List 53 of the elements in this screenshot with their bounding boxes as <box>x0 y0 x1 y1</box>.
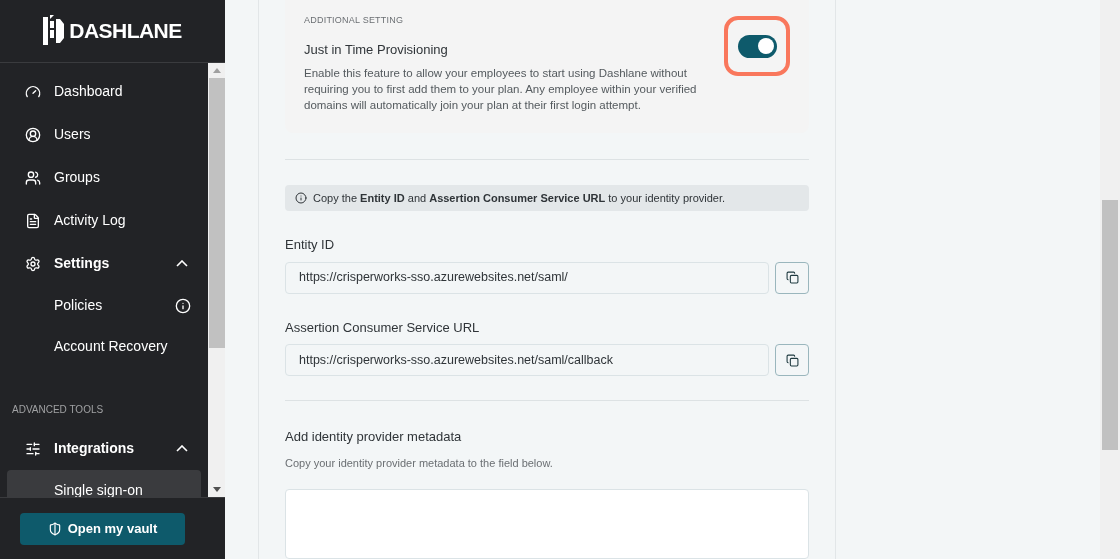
nav-label: Account Recovery <box>54 337 168 356</box>
url-field[interactable]: https://crisperworks-sso.azurewebsites.net/saml/callback <box>285 344 769 377</box>
info-icon <box>295 192 307 205</box>
chevron-up-icon <box>176 260 188 267</box>
user-icon <box>25 126 41 143</box>
logo-icon <box>43 15 66 47</box>
logo-text: DASHLANE <box>69 18 182 45</box>
url-field[interactable]: https://crisperworks-sso.azurewebsites.net/saml/ <box>285 261 769 294</box>
gauge-icon <box>25 83 41 100</box>
field-label: Assertion Consumer Service URL <box>285 318 481 337</box>
nav-item[interactable]: Groups <box>7 156 201 199</box>
open-vault-button[interactable]: Open my vault <box>20 512 185 545</box>
copy-icon <box>785 353 799 367</box>
nav-label: Policies <box>54 296 103 315</box>
notice-text: Copy the Entity ID and Assertion Consumer Service URL to your identity provider. <box>313 190 726 206</box>
nav-subitem[interactable]: Policies <box>7 285 201 326</box>
nav-item[interactable]: Activity Log <box>7 199 201 242</box>
copy-icon <box>785 271 799 285</box>
nav-item[interactable]: Integrations <box>7 427 201 470</box>
scrollbar[interactable] <box>208 63 225 497</box>
eyebrow-label: ADDITIONAL SETTING <box>304 14 405 27</box>
scroll-up-icon <box>212 68 221 73</box>
nav-subitem[interactable]: Single sign-on <box>7 470 201 497</box>
nav-item[interactable]: Settings <box>7 242 201 285</box>
nav-label: Single sign-on <box>54 481 143 497</box>
section-title: Add identity provider metadata <box>285 428 463 447</box>
sliders-icon <box>25 440 41 457</box>
nav-label: Dashboard <box>54 82 123 101</box>
copy-button[interactable] <box>775 261 809 294</box>
document-icon <box>25 212 41 229</box>
nav-label: Activity Log <box>54 211 126 230</box>
info-icon <box>175 297 191 314</box>
toggle-switch[interactable] <box>737 34 777 58</box>
copy-button[interactable] <box>775 344 809 377</box>
nav-item[interactable]: Dashboard <box>7 70 201 113</box>
nav-label: Integrations <box>54 439 135 458</box>
nav-label: Users <box>54 125 91 144</box>
nav-label: Settings <box>54 254 110 273</box>
field-label: Entity ID <box>285 236 336 255</box>
nav-item[interactable]: Users <box>7 113 201 156</box>
nav-label: Groups <box>54 168 100 187</box>
users-icon <box>25 169 41 186</box>
nav-subitem[interactable]: Account Recovery <box>7 326 201 367</box>
scroll-down-icon <box>212 487 221 492</box>
metadata-field[interactable] <box>285 489 809 559</box>
scrollbar[interactable] <box>1100 0 1120 559</box>
section-label: ADVANCED TOOLS <box>11 403 105 417</box>
shield-icon <box>47 521 62 536</box>
setting-title: Just in Time Provisioning <box>304 40 449 59</box>
chevron-up-icon <box>176 445 188 452</box>
section-hint: Copy your identity provider metadata to the field below. <box>285 455 554 471</box>
setting-description: Enable this feature to allow your employees to start using Dashlane without requiring you to first add them to your plan. Any employee within your verified domains will automatically join your plan at their first login attempt. <box>304 66 698 113</box>
settings-icon <box>25 255 41 272</box>
